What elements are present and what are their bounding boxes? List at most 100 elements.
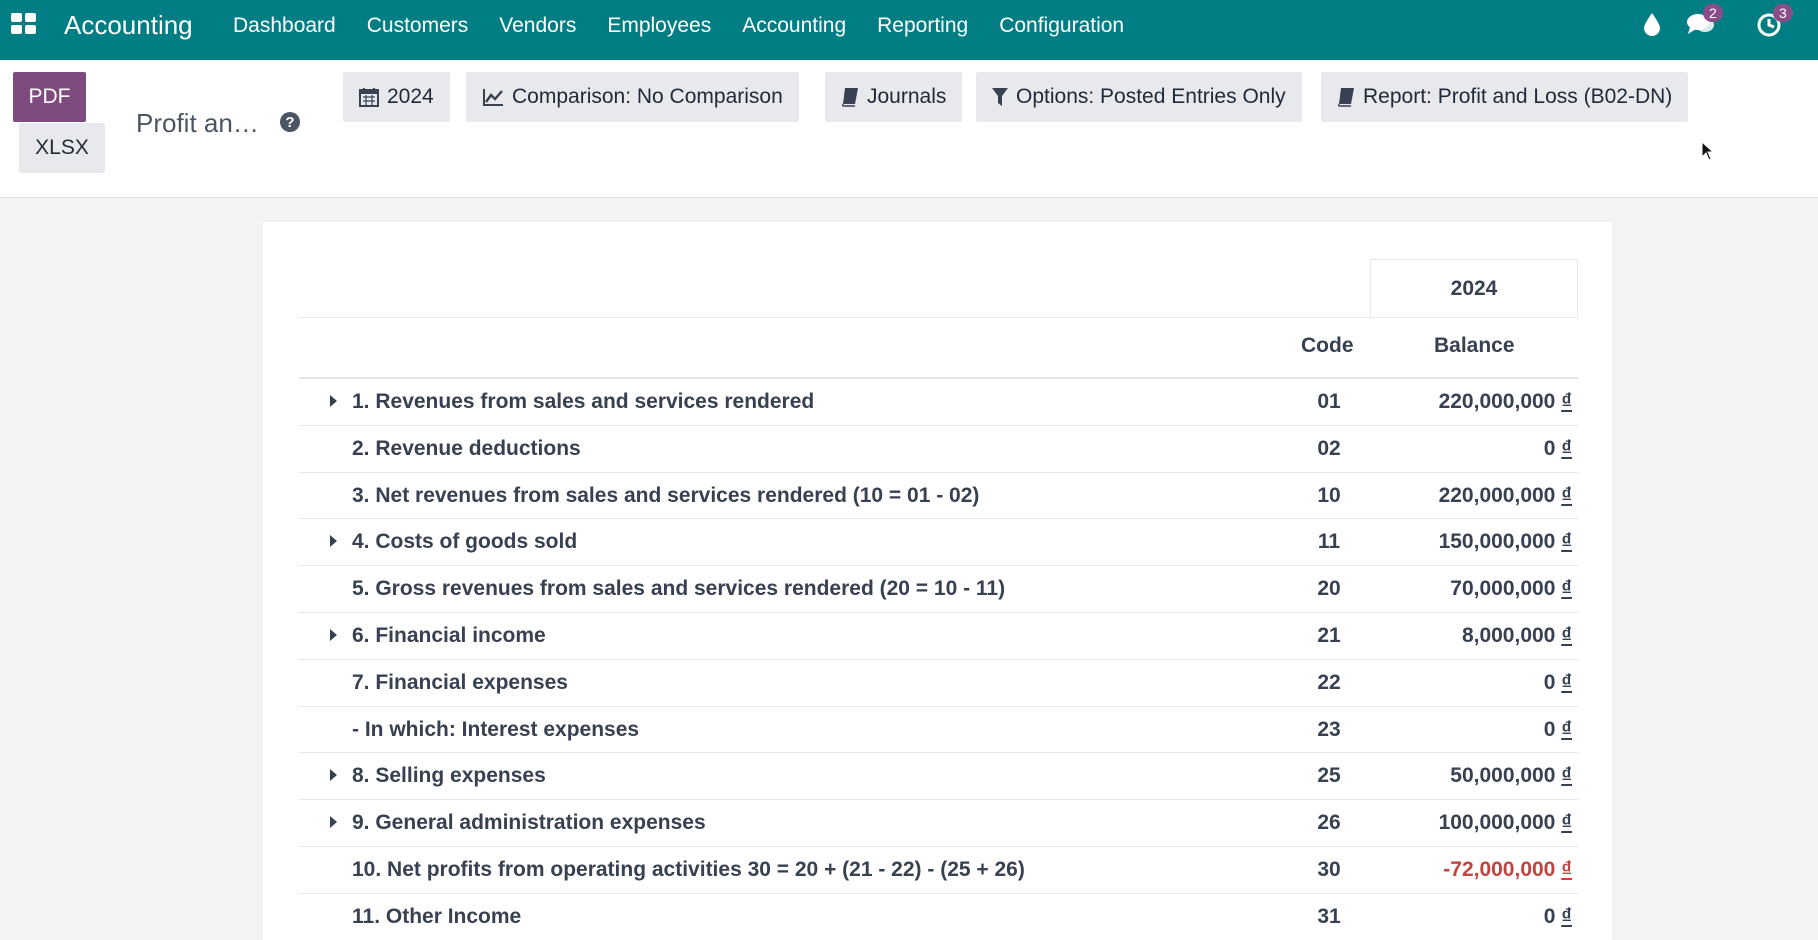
activity-clock-icon[interactable]: 3 — [1756, 4, 1793, 45]
book-icon — [841, 87, 859, 107]
report-line: 5. Gross revenues from sales and service… — [299, 566, 1578, 613]
balance-amount: 0 — [1543, 904, 1556, 928]
currency-symbol: ₫ — [1561, 483, 1572, 507]
line-code: 25 — [1317, 764, 1341, 788]
line-code: 11 — [1317, 530, 1341, 554]
line-code: 30 — [1317, 857, 1341, 881]
menu-configuration[interactable]: Configuration — [999, 14, 1124, 38]
balance-amount: -72,000,000 — [1443, 857, 1556, 881]
report-line: 10. Net profits from operating activitie… — [299, 847, 1578, 894]
journals-filter-button[interactable]: Journals — [825, 72, 963, 122]
currency-symbol: ₫ — [1561, 857, 1572, 881]
line-balance[interactable]: 0 ₫ — [1544, 437, 1572, 461]
report-line[interactable]: 1. Revenues from sales and services rend… — [299, 379, 1578, 426]
line-code: 22 — [1317, 670, 1341, 694]
control-panel: PDF XLSX Profit an… ? 2024 Comparison: N… — [0, 60, 1818, 198]
line-code: 02 — [1317, 436, 1341, 460]
line-name[interactable]: 1. Revenues from sales and services rend… — [352, 390, 814, 414]
line-balance[interactable]: -72,000,000 ₫ — [1443, 858, 1572, 882]
report-line[interactable]: 4. Costs of goods sold 11 150,000,000 ₫ — [299, 519, 1578, 567]
line-balance[interactable]: 50,000,000 ₫ — [1450, 764, 1572, 788]
balance-amount: 8,000,000 — [1461, 623, 1556, 647]
caret-right-icon[interactable] — [330, 535, 337, 548]
code-column-header: Code — [1301, 334, 1354, 357]
main-menu: Dashboard Customers Vendors Employees Ac… — [233, 0, 1155, 52]
report-variant-button[interactable]: Report: Profit and Loss (B02-DN) — [1321, 72, 1689, 122]
report-line: 2. Revenue deductions 02 0 ₫ — [299, 426, 1578, 473]
line-name[interactable]: 6. Financial income — [352, 624, 546, 648]
balance-amount: 150,000,000 — [1438, 530, 1556, 554]
report-sheet: 2024 Code Balance 1. Revenues from sales… — [263, 222, 1612, 940]
line-balance[interactable]: 220,000,000 ₫ — [1439, 390, 1572, 414]
report-variant-label: Report: Profit and Loss (B02-DN) — [1363, 85, 1673, 108]
line-balance[interactable]: 150,000,000 ₫ — [1439, 530, 1572, 554]
report-line[interactable]: 8. Selling expenses 25 50,000,000 ₫ — [299, 753, 1578, 801]
line-balance[interactable]: 0 ₫ — [1544, 671, 1572, 695]
line-code: 31 — [1317, 904, 1341, 928]
comparison-filter-label: Comparison: No Comparison — [512, 85, 783, 108]
line-name[interactable]: 9. General administration expenses — [352, 811, 706, 835]
report-line: 11. Other Income 31 0 ₫ — [299, 894, 1578, 940]
line-balance[interactable]: 0 ₫ — [1544, 718, 1572, 742]
caret-right-icon[interactable] — [330, 769, 337, 782]
activity-badge: 3 — [1773, 4, 1793, 22]
chat-badge: 2 — [1703, 4, 1723, 22]
report-line: - In which: Interest expenses 23 0 ₫ — [299, 707, 1578, 754]
book-icon — [1337, 87, 1355, 107]
line-balance[interactable]: 70,000,000 ₫ — [1450, 577, 1572, 601]
page-title: Profit an… — [136, 108, 259, 138]
line-name: 11. Other Income — [352, 904, 522, 928]
date-filter-button[interactable]: 2024 — [343, 72, 450, 122]
balance-amount: 70,000,000 — [1450, 577, 1556, 601]
caret-right-icon[interactable] — [330, 816, 337, 829]
line-name[interactable]: 4. Costs of goods sold — [352, 530, 577, 554]
currency-symbol: ₫ — [1561, 904, 1572, 928]
droplet-icon[interactable] — [1643, 12, 1661, 43]
apps-menu-icon[interactable] — [11, 13, 37, 35]
help-icon[interactable]: ? — [280, 112, 300, 132]
balance-amount: 220,000,000 — [1438, 390, 1556, 413]
menu-vendors[interactable]: Vendors — [499, 14, 576, 38]
pdf-button[interactable]: PDF — [13, 72, 86, 122]
app-title[interactable]: Accounting — [64, 10, 193, 41]
balance-amount: 0 — [1543, 670, 1556, 694]
date-filter-label: 2024 — [387, 85, 434, 108]
line-balance[interactable]: 220,000,000 ₫ — [1439, 484, 1572, 508]
caret-right-icon[interactable] — [330, 395, 337, 407]
balance-amount: 0 — [1543, 717, 1556, 741]
line-balance[interactable]: 0 ₫ — [1544, 905, 1572, 929]
options-filter-label: Options: Posted Entries Only — [1016, 85, 1286, 108]
chat-icon[interactable]: 2 — [1686, 4, 1723, 43]
line-name: 10. Net profits from operating activitie… — [352, 857, 1025, 881]
line-code: 10 — [1317, 483, 1341, 507]
currency-symbol: ₫ — [1561, 436, 1572, 460]
line-name[interactable]: 8. Selling expenses — [352, 764, 546, 788]
top-navbar: Accounting Dashboard Customers Vendors E… — [0, 0, 1818, 60]
filter-funnel-icon — [992, 87, 1008, 107]
currency-symbol: ₫ — [1561, 670, 1572, 694]
line-code: 23 — [1317, 717, 1341, 741]
journals-filter-label: Journals — [867, 85, 947, 108]
menu-reporting[interactable]: Reporting — [877, 14, 968, 38]
options-filter-button[interactable]: Options: Posted Entries Only — [976, 72, 1302, 122]
line-name: - In which: Interest expenses — [352, 717, 640, 741]
report-line[interactable]: 9. General administration expenses 26 100,… — [299, 800, 1578, 847]
line-code: 26 — [1317, 811, 1341, 835]
comparison-filter-button[interactable]: Comparison: No Comparison — [466, 72, 799, 122]
line-name: 5. Gross revenues from sales and service… — [352, 577, 1006, 601]
currency-symbol: ₫ — [1561, 811, 1572, 835]
report-line[interactable]: 6. Financial income 21 8,000,000 ₫ — [299, 613, 1578, 660]
line-balance[interactable]: 100,000,000 ₫ — [1439, 811, 1572, 835]
menu-dashboard[interactable]: Dashboard — [233, 14, 336, 38]
caret-right-icon[interactable] — [330, 628, 337, 641]
balance-column-header: Balance — [1434, 334, 1515, 357]
menu-customers[interactable]: Customers — [367, 14, 469, 38]
line-name: 2. Revenue deductions — [352, 436, 581, 460]
currency-symbol: ₫ — [1561, 530, 1572, 554]
menu-accounting[interactable]: Accounting — [742, 14, 846, 38]
line-balance[interactable]: 8,000,000 ₫ — [1462, 624, 1572, 648]
menu-employees[interactable]: Employees — [607, 14, 711, 38]
currency-symbol: ₫ — [1561, 764, 1572, 788]
xlsx-button[interactable]: XLSX — [19, 123, 105, 173]
divider — [299, 317, 1578, 318]
